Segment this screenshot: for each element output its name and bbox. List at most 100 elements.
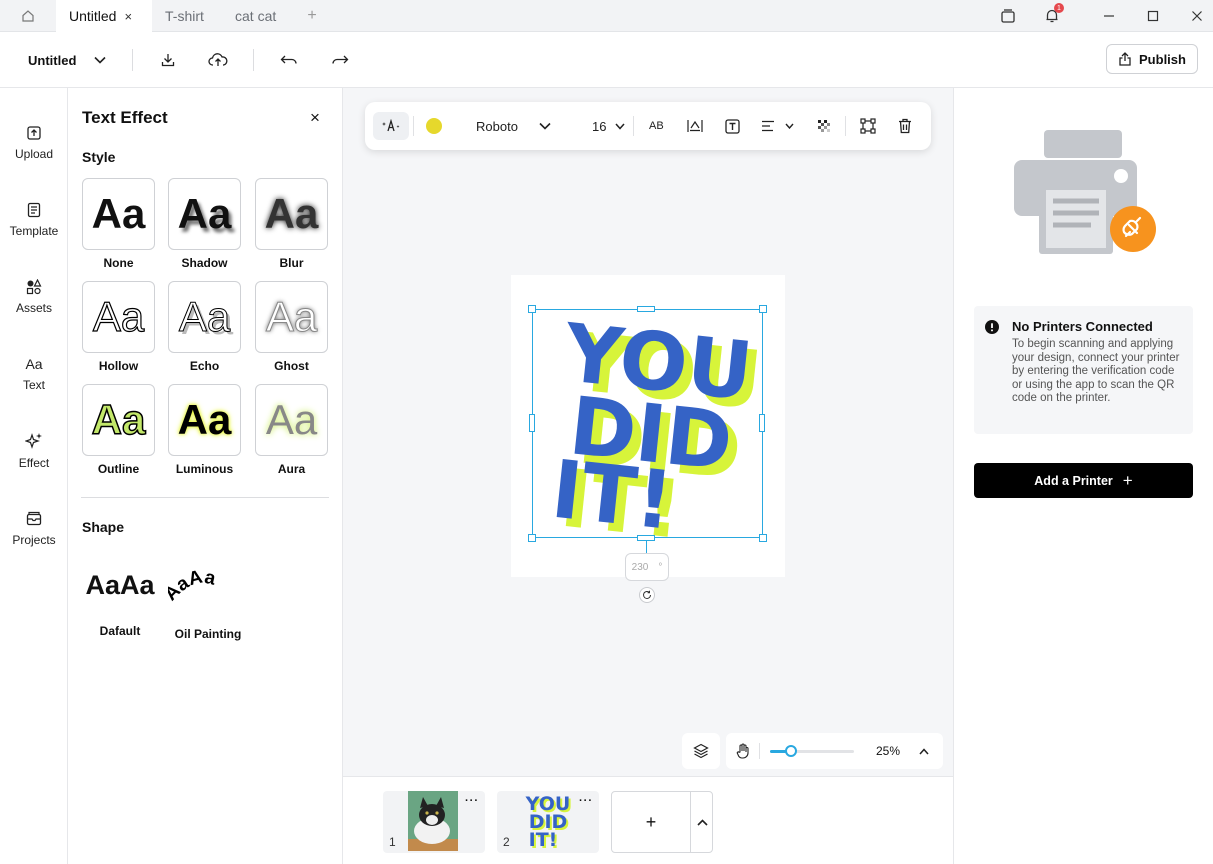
align-left-icon <box>762 120 774 132</box>
new-tab-button[interactable]: + <box>300 0 324 32</box>
panel-title: Text Effect <box>82 108 168 127</box>
window-stack-button[interactable] <box>986 0 1030 32</box>
shape-oil-painting[interactable]: AaAa Oil Painting <box>160 564 248 641</box>
sparkle-text-icon <box>382 119 400 132</box>
resize-handle[interactable] <box>528 534 536 542</box>
zoom-menu-button[interactable] <box>916 733 932 769</box>
font-family-select[interactable]: Roboto <box>476 102 518 150</box>
undo-button[interactable] <box>277 32 301 88</box>
text-box-button[interactable] <box>722 102 742 150</box>
text-case-button[interactable]: AB <box>649 102 664 150</box>
resize-handle[interactable] <box>759 414 765 432</box>
close-panel-icon[interactable]: × <box>310 108 320 128</box>
transform-button[interactable] <box>859 102 877 150</box>
transparency-icon <box>818 120 830 132</box>
selection-box[interactable] <box>532 309 763 538</box>
resize-handle[interactable] <box>528 305 536 313</box>
resize-handle[interactable] <box>637 306 655 312</box>
cloud-upload-button[interactable] <box>205 32 231 88</box>
sparkle-icon <box>25 433 42 449</box>
font-size-select[interactable]: 16 <box>592 102 606 150</box>
canvas-area[interactable]: Roboto 16 AB YOU DID IT! YOU DID IT! 230… <box>343 88 953 776</box>
share-icon <box>1119 52 1131 66</box>
chevron-up-icon <box>696 818 708 826</box>
effect-luminous[interactable]: Aa Luminous <box>168 384 241 476</box>
minimize-button[interactable] <box>1087 0 1131 32</box>
tab-cat-cat[interactable]: cat cat <box>222 0 294 32</box>
effect-aura[interactable]: Aa Aura <box>255 384 328 476</box>
align-dropdown[interactable] <box>783 102 795 150</box>
font-family-dropdown[interactable] <box>537 102 553 150</box>
zoom-level[interactable]: 25% <box>876 733 900 769</box>
add-page-button[interactable]: + <box>612 792 690 852</box>
chevron-down-icon <box>784 123 794 129</box>
notification-button[interactable]: 1 <box>1030 0 1074 32</box>
printer-illustration-icon <box>1014 130 1156 254</box>
title-bar: Untitled × T-shirt cat cat + 1 <box>0 0 1213 32</box>
tab-label: cat cat <box>235 8 277 24</box>
download-button[interactable] <box>156 32 180 88</box>
text-icon: Aa <box>25 356 43 372</box>
effect-outline[interactable]: Aa Outline <box>82 384 155 476</box>
rotate-handle[interactable] <box>639 587 655 603</box>
text-effect-button[interactable] <box>373 102 409 150</box>
effect-preview: Aa <box>168 281 241 353</box>
add-printer-button[interactable]: Add a Printer + <box>974 463 1193 498</box>
letter-spacing-button[interactable] <box>685 102 705 150</box>
add-printer-label: Add a Printer <box>1034 473 1113 488</box>
effect-shadow[interactable]: Aa Shadow <box>168 178 241 270</box>
page-thumbnail-1[interactable]: 1 ··· <box>383 791 485 853</box>
effect-none[interactable]: Aa None <box>82 178 155 270</box>
rotation-readout[interactable]: 230 ° <box>625 553 669 581</box>
notification-badge: 1 <box>1054 3 1064 13</box>
page-thumbnail-2[interactable]: YOU DID IT! YOU DID IT! 2 ··· <box>497 791 599 853</box>
pan-tool-button[interactable] <box>734 733 752 769</box>
trash-icon <box>899 118 911 134</box>
rail-item-assets[interactable]: Assets <box>0 267 68 327</box>
rail-label: Assets <box>15 301 52 315</box>
home-tab[interactable] <box>0 0 56 32</box>
resize-handle[interactable] <box>759 534 767 542</box>
tab-untitled[interactable]: Untitled × <box>56 0 152 32</box>
rail-item-projects[interactable]: Projects <box>0 499 68 559</box>
layers-button[interactable] <box>682 733 720 769</box>
close-tab-icon[interactable]: × <box>124 9 132 24</box>
project-menu-button[interactable] <box>90 32 110 88</box>
resize-handle[interactable] <box>759 305 767 313</box>
effect-hollow[interactable]: Aa Hollow <box>82 281 155 373</box>
rail-item-effect[interactable]: Effect <box>0 421 68 481</box>
effect-ghost[interactable]: Aa Ghost <box>255 281 328 373</box>
align-button[interactable] <box>760 102 776 150</box>
tab-t-shirt[interactable]: T-shirt <box>152 0 222 32</box>
text-color-swatch[interactable] <box>423 102 445 150</box>
close-window-button[interactable] <box>1175 0 1213 32</box>
page-more-icon[interactable]: ··· <box>579 795 593 807</box>
transparency-button[interactable] <box>817 102 831 150</box>
rotation-unit: ° <box>658 561 663 573</box>
zoom-slider[interactable] <box>770 750 854 753</box>
rail-item-text[interactable]: Aa Text <box>0 344 68 404</box>
shape-label: Dafault <box>99 624 141 638</box>
page-more-icon[interactable]: ··· <box>465 795 479 807</box>
rail-item-template[interactable]: Template <box>0 190 68 250</box>
hand-icon <box>736 743 749 759</box>
thumb-line: IT! <box>529 829 558 851</box>
delete-button[interactable] <box>897 102 913 150</box>
redo-button[interactable] <box>328 32 352 88</box>
resize-handle[interactable] <box>529 414 535 432</box>
rail-item-upload[interactable]: Upload <box>0 113 68 173</box>
rail-label: Upload <box>14 147 54 161</box>
maximize-button[interactable] <box>1131 0 1175 32</box>
shape-default[interactable]: AaAa Dafault <box>82 564 162 638</box>
pages-expand-button[interactable] <box>691 792 713 852</box>
redo-icon <box>332 55 349 64</box>
effect-echo[interactable]: Aa Echo <box>168 281 241 373</box>
rail-label: Projects <box>12 533 56 547</box>
publish-button[interactable]: Publish <box>1106 44 1198 74</box>
font-size-dropdown[interactable] <box>613 102 627 150</box>
zoom-slider-thumb[interactable] <box>785 745 797 757</box>
design-thumbnail: YOU DID IT! YOU DID IT! <box>525 793 572 851</box>
effect-blur[interactable]: Aa Blur <box>255 178 328 270</box>
project-name[interactable]: Untitled <box>28 32 76 88</box>
rotation-value: 230 <box>631 561 649 573</box>
